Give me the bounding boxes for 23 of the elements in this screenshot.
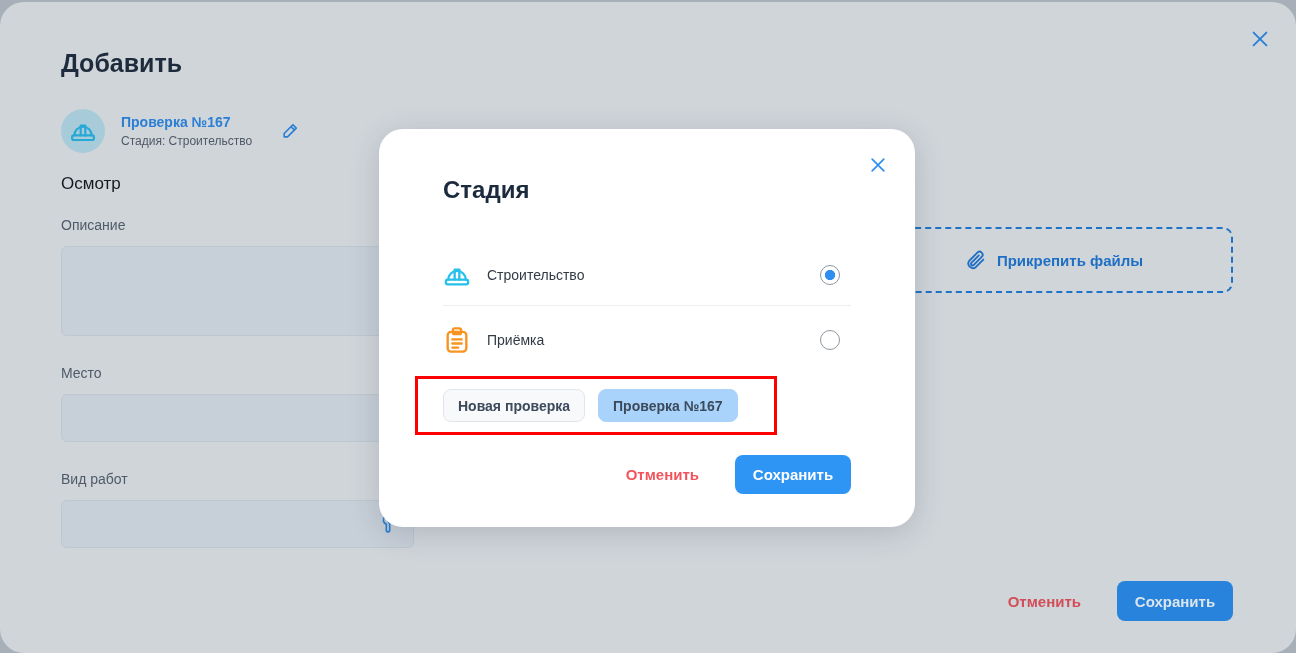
check-chip[interactable]: Новая проверка bbox=[443, 389, 586, 422]
section-title: Осмотр bbox=[61, 173, 122, 195]
close-icon bbox=[868, 155, 888, 175]
field-label: Вид работ bbox=[61, 470, 129, 489]
save-button[interactable]: Сохранить bbox=[1117, 581, 1233, 621]
field-label: Место bbox=[61, 364, 103, 383]
radio-button[interactable] bbox=[820, 330, 840, 350]
field-label: Описание bbox=[61, 216, 127, 235]
hardhat-icon bbox=[61, 109, 105, 153]
radio-button[interactable] bbox=[820, 265, 840, 285]
close-button[interactable] bbox=[868, 155, 888, 175]
record-subtitle: Стадия: Строительство bbox=[121, 133, 253, 149]
option-label: Строительство bbox=[487, 266, 586, 285]
cancel-button[interactable]: Отменить bbox=[617, 462, 707, 487]
save-button[interactable]: Сохранить bbox=[735, 455, 851, 494]
cancel-button[interactable]: Отменить bbox=[999, 588, 1089, 614]
window-title: Добавить bbox=[61, 48, 183, 79]
record-title: Проверка №167 bbox=[121, 113, 232, 131]
paperclip-icon bbox=[964, 249, 987, 271]
select-field[interactable] bbox=[61, 500, 414, 548]
check-chip[interactable]: Проверка №167 bbox=[598, 389, 738, 422]
option-label: Приёмка bbox=[487, 331, 546, 350]
dialog-title: Стадия bbox=[443, 176, 530, 204]
